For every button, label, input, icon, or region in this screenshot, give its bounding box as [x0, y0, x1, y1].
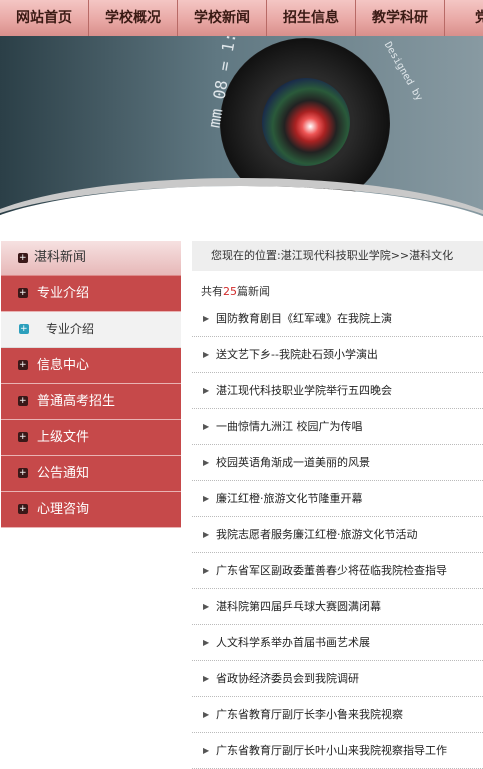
sidebar-header-label: 湛科新闻 [34, 250, 87, 265]
breadcrumb: 您现在的位置:湛江现代科技职业学院>>湛科文化 [192, 241, 483, 271]
sidebar-subitem-label: 专业介绍 [46, 322, 95, 336]
sidebar-item-notices[interactable]: 公告通知 [1, 456, 181, 492]
arrow-right-icon: ▶ [203, 530, 210, 539]
news-title: 湛科院第四届乒乓球大赛圆满闭幕 [216, 600, 381, 613]
sidebar-item-label: 普通高考招生 [37, 394, 116, 409]
news-item[interactable]: ▶ 校园英语角渐成一道美丽的风景 [192, 445, 483, 481]
plus-icon [18, 456, 28, 490]
news-item[interactable]: ▶ 广东省军区副政委董善春少将莅临我院检查指导 [192, 553, 483, 589]
news-item[interactable]: ▶ 廉江红橙·旅游文化节隆重开幕 [192, 481, 483, 517]
sidebar-item-documents[interactable]: 上级文件 [1, 420, 181, 456]
arrow-right-icon: ▶ [203, 422, 210, 431]
plus-icon [19, 312, 29, 346]
count-number: 25 [223, 285, 237, 298]
arrow-right-icon: ▶ [203, 602, 210, 611]
arrow-right-icon: ▶ [203, 458, 210, 467]
news-title: 人文科学系举办首届书画艺术展 [216, 636, 370, 649]
news-title: 校园英语角渐成一道美丽的风景 [216, 456, 370, 469]
plus-icon [18, 241, 28, 275]
news-title: 湛江现代科技职业学院举行五四晚会 [216, 384, 392, 397]
count-prefix: 共有 [201, 285, 223, 298]
news-item[interactable]: ▶ 广东省教育厅副厅长叶小山来我院视察指导工作 [192, 733, 483, 769]
arrow-right-icon: ▶ [203, 314, 210, 323]
nav-school-overview[interactable]: 学校概况 [89, 0, 178, 36]
arrow-right-icon: ▶ [203, 674, 210, 683]
arrow-right-icon: ▶ [203, 566, 210, 575]
nav-teaching-research[interactable]: 教学科研 [356, 0, 445, 36]
sidebar-item-label: 公告通知 [37, 466, 90, 481]
news-count: 共有25篇新闻 [192, 283, 483, 298]
nav-home[interactable]: 网站首页 [0, 0, 89, 36]
arrow-right-icon: ▶ [203, 494, 210, 503]
news-title: 廉江红橙·旅游文化节隆重开幕 [216, 492, 363, 505]
news-title: 广东省军区副政委董善春少将莅临我院检查指导 [216, 564, 447, 577]
sidebar-item-admissions[interactable]: 普通高考招生 [1, 384, 181, 420]
arrow-right-icon: ▶ [203, 710, 210, 719]
nav-party[interactable]: 党建 [445, 0, 483, 36]
plus-icon [18, 384, 28, 418]
sidebar-item-label: 专业介绍 [37, 286, 90, 301]
plus-icon [18, 276, 28, 310]
banner-image: mm 08 = 1:2 Designed by KG mmpa [0, 36, 483, 232]
news-title: 广东省教育厅副厅长李小鲁来我院视察 [216, 708, 403, 721]
news-item[interactable]: ▶ 省政协经济委员会到我院调研 [192, 661, 483, 697]
news-item[interactable]: ▶ 湛科院第四届乒乓球大赛圆满闭幕 [192, 589, 483, 625]
top-nav: 网站首页 学校概况 学校新闻 招生信息 教学科研 党建 [0, 0, 483, 36]
nav-school-news[interactable]: 学校新闻 [178, 0, 267, 36]
sidebar-item-info-center[interactable]: 信息中心 [1, 348, 181, 384]
news-title: 省政协经济委员会到我院调研 [216, 672, 359, 685]
news-item[interactable]: ▶ 我院志愿者服务廉江红橙·旅游文化节活动 [192, 517, 483, 553]
arrow-right-icon: ▶ [203, 638, 210, 647]
plus-icon [18, 492, 28, 526]
news-title: 国防教育剧目《红军魂》在我院上演 [216, 312, 392, 325]
arrow-right-icon: ▶ [203, 350, 210, 359]
arrow-right-icon: ▶ [203, 386, 210, 395]
news-title: 送文艺下乡--我院赴石颈小学演出 [216, 348, 378, 361]
sidebar-item-label: 信息中心 [37, 358, 90, 373]
news-item[interactable]: ▶ 人文科学系举办首届书画艺术展 [192, 625, 483, 661]
plus-icon [18, 420, 28, 454]
camera-lens-glass [262, 78, 350, 166]
news-item[interactable]: ▶ 一曲惊情九洲江 校园广为传唱 [192, 409, 483, 445]
news-title: 一曲惊情九洲江 校园广为传唱 [216, 420, 363, 433]
count-suffix: 篇新闻 [237, 285, 270, 298]
sidebar-subitem-major[interactable]: 专业介绍 [1, 312, 181, 348]
nav-admissions[interactable]: 招生信息 [267, 0, 356, 36]
sidebar-header: 湛科新闻 [1, 241, 181, 276]
news-item[interactable]: ▶ 送文艺下乡--我院赴石颈小学演出 [192, 337, 483, 373]
news-item[interactable]: ▶ 国防教育剧目《红军魂》在我院上演 [192, 301, 483, 337]
news-title: 广东省教育厅副厅长叶小山来我院视察指导工作 [216, 744, 447, 757]
sidebar-item-label: 心理咨询 [37, 502, 90, 517]
sidebar-item-counseling[interactable]: 心理咨询 [1, 492, 181, 528]
arrow-right-icon: ▶ [203, 746, 210, 755]
news-list: ▶ 国防教育剧目《红军魂》在我院上演 ▶ 送文艺下乡--我院赴石颈小学演出 ▶ 湛江现… [192, 301, 483, 769]
news-title: 我院志愿者服务廉江红橙·旅游文化节活动 [216, 528, 418, 541]
sidebar-item-major[interactable]: 专业介绍 [1, 276, 181, 312]
main-content: 您现在的位置:湛江现代科技职业学院>>湛科文化 共有25篇新闻 ▶ 国防教育剧目《… [192, 241, 483, 769]
sidebar-item-label: 上级文件 [37, 430, 90, 445]
lens-marking-right: Designed by [381, 40, 425, 103]
sidebar: 湛科新闻 专业介绍 专业介绍 信息中心 普通高考招生 上级文件 公告通知 心理咨… [1, 241, 181, 528]
news-item[interactable]: ▶ 广东省教育厅副厅长李小鲁来我院视察 [192, 697, 483, 733]
plus-icon [18, 348, 28, 382]
news-item[interactable]: ▶ 湛江现代科技职业学院举行五四晚会 [192, 373, 483, 409]
